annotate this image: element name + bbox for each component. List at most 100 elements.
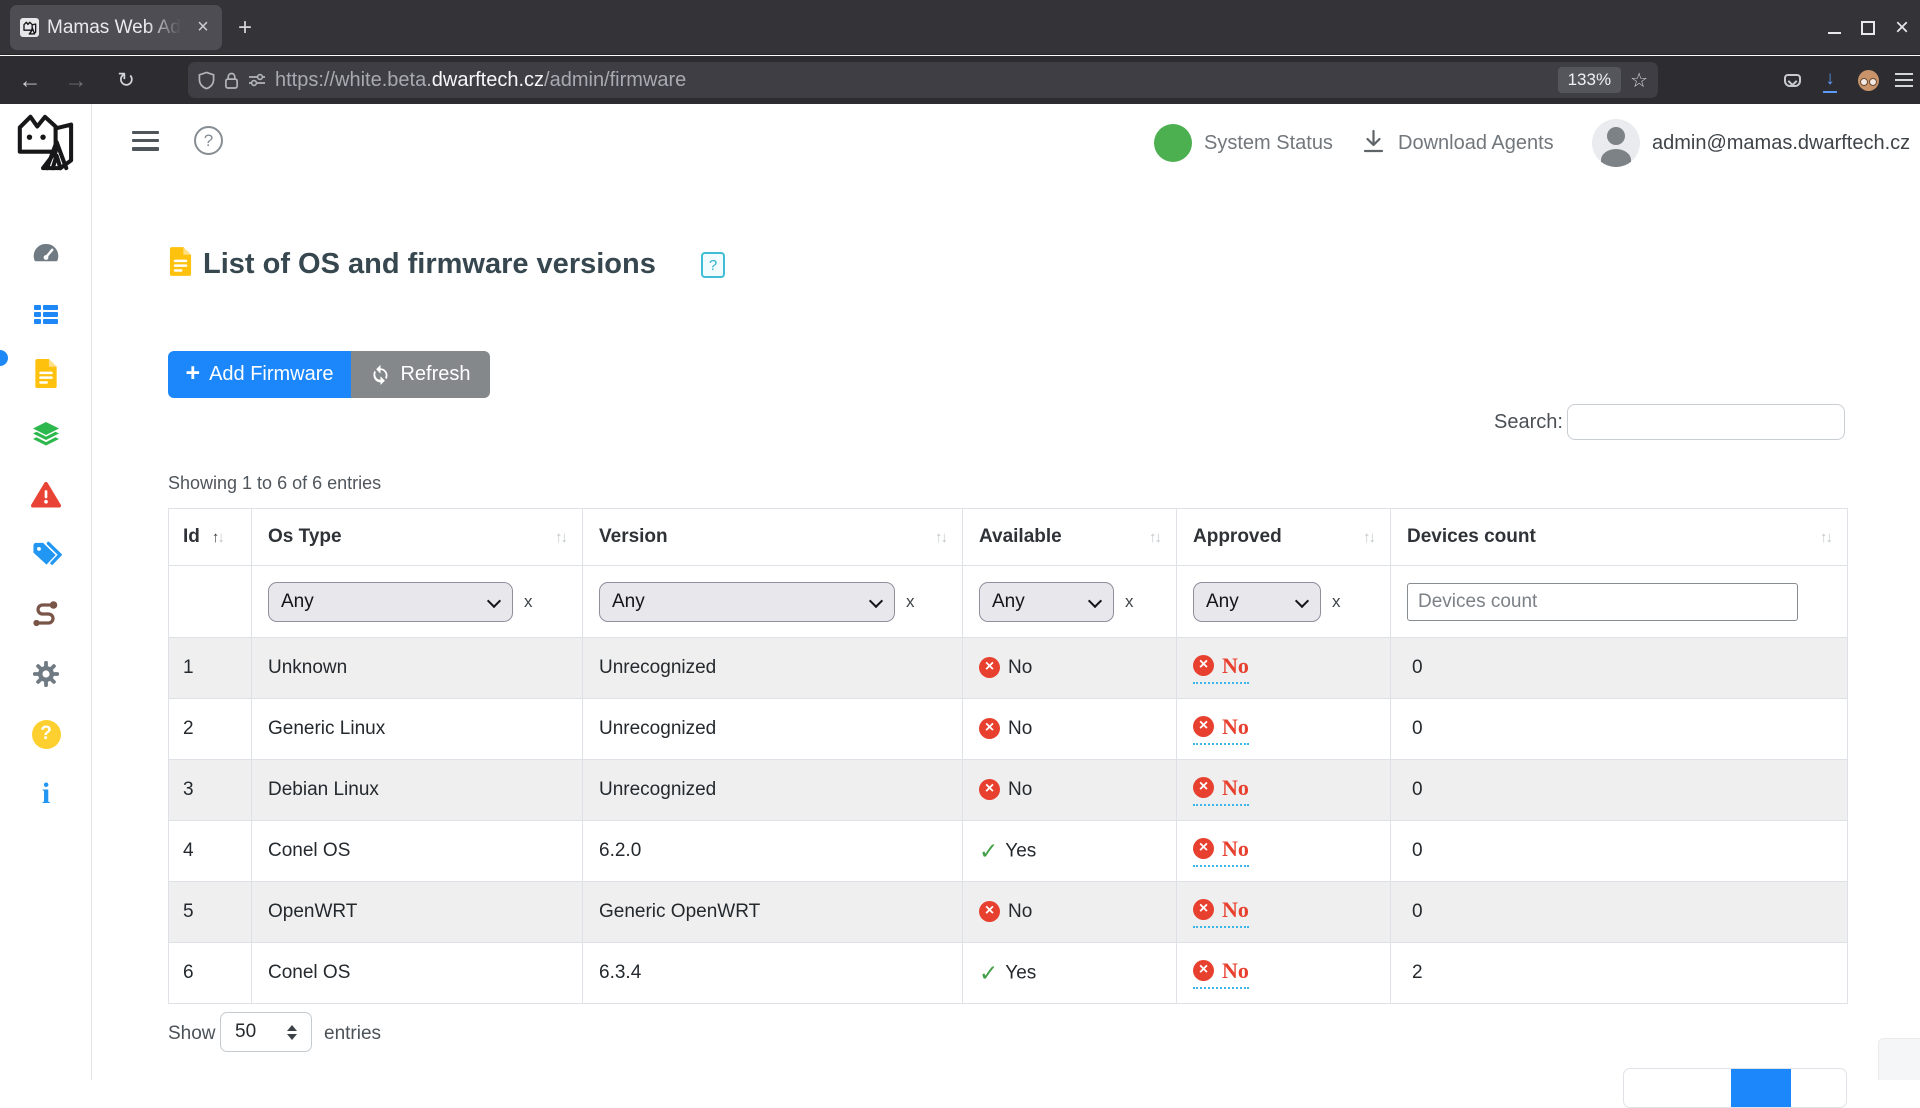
refresh-icon bbox=[373, 364, 388, 385]
approved-toggle-link[interactable]: No bbox=[1193, 897, 1249, 928]
sidebar-item-dashboard[interactable] bbox=[0, 238, 92, 270]
pocket-icon[interactable] bbox=[1775, 56, 1809, 104]
scroll-corner bbox=[1878, 1038, 1920, 1080]
sort-icon bbox=[555, 529, 566, 546]
clear-filter-link[interactable]: x bbox=[524, 592, 533, 612]
system-status-label[interactable]: System Status bbox=[1204, 132, 1333, 155]
address-bar[interactable]: https://white.beta.dwarftech.cz/admin/fi… bbox=[188, 62, 1658, 98]
add-firmware-label: Add Firmware bbox=[209, 363, 334, 385]
available-status-icon bbox=[979, 657, 1000, 679]
sidebar-item-layers[interactable] bbox=[0, 418, 92, 450]
version-filter-select[interactable]: Any bbox=[599, 581, 895, 622]
app-menu-toggle[interactable] bbox=[132, 131, 159, 151]
app-help-icon[interactable] bbox=[194, 126, 223, 155]
cell-id: 6 bbox=[168, 942, 252, 1004]
sidebar-item-routes[interactable] bbox=[0, 598, 92, 630]
approved-toggle-link[interactable]: No bbox=[1193, 653, 1249, 684]
approved-toggle-link[interactable]: No bbox=[1193, 714, 1249, 745]
download-agents-label[interactable]: Download Agents bbox=[1398, 132, 1554, 155]
browser-titlebar: Mamas Web Ad bbox=[0, 0, 1920, 55]
approved-toggle-link[interactable]: No bbox=[1193, 958, 1249, 989]
plus-icon bbox=[185, 363, 200, 387]
permissions-icon[interactable] bbox=[248, 73, 266, 87]
clear-filter-link[interactable]: x bbox=[1332, 592, 1341, 612]
lock-icon[interactable] bbox=[224, 71, 239, 90]
available-status-icon bbox=[979, 960, 998, 987]
browser-menu-icon[interactable] bbox=[1887, 56, 1920, 104]
column-header-devices-count[interactable]: Devices count bbox=[1390, 508, 1848, 566]
filter-row: Any x Any x Any x Any x bbox=[168, 565, 1848, 638]
cell-devices-count: 0 bbox=[1390, 637, 1848, 699]
approved-filter-select[interactable]: Any bbox=[1193, 581, 1321, 622]
sidebar-item-firmware[interactable] bbox=[0, 357, 92, 389]
pagination-current-page[interactable] bbox=[1731, 1069, 1791, 1107]
search-label: Search: bbox=[1494, 411, 1563, 433]
refresh-button[interactable]: Refresh bbox=[351, 351, 490, 398]
sidebar-item-tags[interactable] bbox=[0, 538, 92, 570]
bookmark-star-icon[interactable] bbox=[1630, 68, 1648, 93]
layers-icon bbox=[33, 422, 59, 446]
zoom-level-badge[interactable]: 133% bbox=[1557, 67, 1622, 93]
table-row: 3 Debian Linux Unrecognized No No 0 bbox=[168, 759, 1848, 821]
device-list-icon bbox=[34, 305, 58, 324]
pagination[interactable] bbox=[1623, 1068, 1847, 1108]
os-type-filter-select[interactable]: Any bbox=[268, 581, 513, 622]
back-button[interactable] bbox=[12, 56, 48, 104]
column-header-id[interactable]: Id bbox=[168, 508, 252, 566]
new-tab-button[interactable] bbox=[230, 13, 260, 43]
url-text[interactable]: https://white.beta.dwarftech.cz/admin/fi… bbox=[275, 69, 1549, 92]
approved-toggle-link[interactable]: No bbox=[1193, 775, 1249, 806]
sort-icon bbox=[212, 529, 223, 546]
user-avatar[interactable] bbox=[1592, 119, 1640, 167]
column-header-os-type[interactable]: Os Type bbox=[251, 508, 583, 566]
downloads-icon[interactable] bbox=[1813, 56, 1847, 104]
sidebar-item-about[interactable] bbox=[0, 778, 92, 810]
reload-button[interactable] bbox=[108, 56, 144, 104]
tab-close-icon[interactable] bbox=[194, 18, 212, 38]
approved-status-icon bbox=[1193, 960, 1214, 981]
sidebar-item-help[interactable] bbox=[0, 718, 92, 750]
page-size-select[interactable]: 50 bbox=[220, 1012, 312, 1052]
approved-toggle-link[interactable]: No bbox=[1193, 836, 1249, 867]
clear-filter-link[interactable]: x bbox=[1125, 592, 1134, 612]
clear-filter-link[interactable]: x bbox=[906, 592, 915, 612]
approved-status-icon bbox=[1193, 777, 1214, 798]
add-firmware-button[interactable]: Add Firmware bbox=[168, 351, 351, 398]
page-title: List of OS and firmware versions bbox=[203, 248, 656, 280]
sidebar-item-settings[interactable] bbox=[0, 658, 92, 690]
window-close-button[interactable] bbox=[1888, 14, 1916, 42]
filter-approved-cell: Any x bbox=[1176, 565, 1391, 638]
app-logo[interactable] bbox=[11, 112, 77, 177]
shield-icon[interactable] bbox=[198, 71, 215, 90]
sort-icon bbox=[1363, 529, 1374, 546]
sort-icon bbox=[1820, 529, 1831, 546]
forward-button[interactable] bbox=[58, 56, 94, 104]
stepper-icon bbox=[287, 1024, 297, 1040]
system-status-indicator[interactable] bbox=[1154, 124, 1192, 162]
browser-tab[interactable]: Mamas Web Ad bbox=[10, 5, 222, 50]
extension-account-icon[interactable] bbox=[1851, 56, 1885, 104]
firmware-file-icon bbox=[35, 358, 57, 388]
window-maximize-button[interactable] bbox=[1854, 14, 1882, 42]
cell-approved: No bbox=[1176, 759, 1391, 821]
pagination-previous[interactable] bbox=[1624, 1069, 1731, 1107]
sidebar-item-alerts[interactable] bbox=[0, 478, 92, 510]
showing-entries-text: Showing 1 to 6 of 6 entries bbox=[168, 473, 382, 493]
column-header-available[interactable]: Available bbox=[962, 508, 1177, 566]
cell-os-type: Generic Linux bbox=[251, 698, 583, 760]
search-input[interactable] bbox=[1567, 404, 1845, 440]
column-header-approved[interactable]: Approved bbox=[1176, 508, 1391, 566]
sidebar-item-device-list[interactable] bbox=[0, 298, 92, 330]
cell-version: Generic OpenWRT bbox=[582, 881, 963, 943]
page-help-badge[interactable]: ? bbox=[701, 252, 725, 278]
available-filter-select[interactable]: Any bbox=[979, 581, 1114, 622]
user-email[interactable]: admin@mamas.dwarftech.cz bbox=[1652, 132, 1910, 155]
route-icon bbox=[33, 601, 58, 627]
column-header-version[interactable]: Version bbox=[582, 508, 963, 566]
cell-devices-count: 0 bbox=[1390, 759, 1848, 821]
cell-id: 4 bbox=[168, 820, 252, 882]
devices-count-filter-input[interactable] bbox=[1407, 582, 1798, 621]
window-minimize-button[interactable] bbox=[1820, 14, 1848, 42]
pagination-next[interactable] bbox=[1791, 1069, 1846, 1107]
download-agents-icon[interactable] bbox=[1362, 129, 1385, 159]
